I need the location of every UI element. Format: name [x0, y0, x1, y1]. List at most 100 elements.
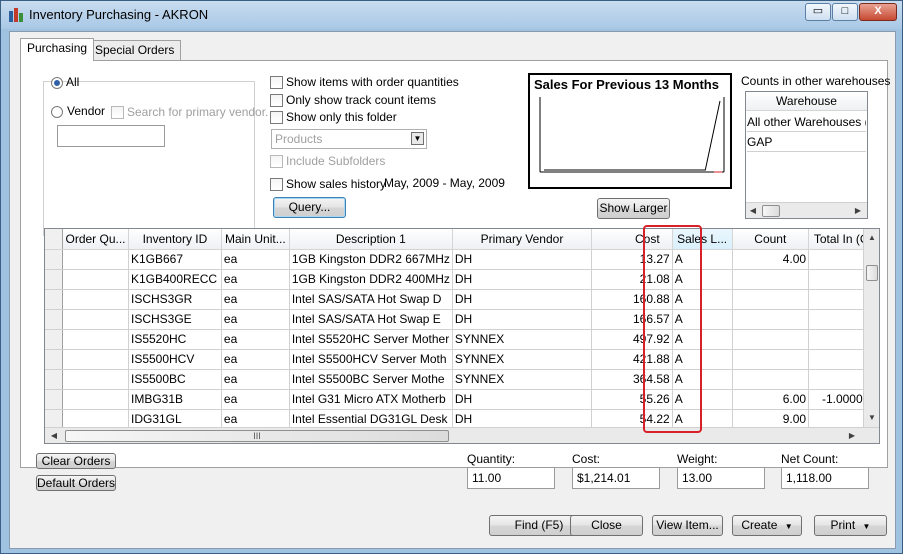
count-cell[interactable]: 9.00: [732, 409, 810, 430]
column-header-main-unit[interactable]: Main Unit...: [221, 229, 290, 250]
count-cell[interactable]: [732, 309, 810, 330]
chevron-down-icon[interactable]: ▼: [411, 132, 424, 145]
column-header-description[interactable]: Description 1: [289, 229, 453, 250]
show-larger-button[interactable]: Show Larger: [597, 198, 670, 219]
folder-select[interactable]: Products ▼: [271, 129, 427, 149]
search-primary-vendor-checkbox[interactable]: [111, 106, 124, 119]
order-qty-cell[interactable]: [62, 409, 129, 430]
count-cell[interactable]: 4.00: [732, 249, 810, 270]
table-row[interactable]: ISCHS3GR ea Intel SAS/SATA Hot Swap D DH 160…: [45, 289, 879, 310]
row-selector[interactable]: [45, 349, 64, 370]
column-header-inventory-id[interactable]: Inventory ID: [128, 229, 222, 250]
scroll-right-icon[interactable]: ▶: [851, 204, 865, 218]
main-unit-cell[interactable]: ea: [221, 389, 290, 410]
inventory-id-cell[interactable]: IS5500BC: [128, 369, 222, 390]
row-selector[interactable]: [45, 389, 64, 410]
all-radio[interactable]: [51, 77, 63, 89]
scroll-down-icon[interactable]: ▼: [865, 411, 879, 425]
row-selector[interactable]: [45, 309, 64, 330]
main-unit-cell[interactable]: ea: [221, 269, 290, 290]
order-qty-cell[interactable]: [62, 389, 129, 410]
sales-history-checkbox[interactable]: [270, 178, 283, 191]
clear-orders-button[interactable]: Clear Orders: [36, 453, 116, 469]
warehouse-column-header[interactable]: Warehouse: [746, 92, 867, 111]
warehouse-row[interactable]: All other Warehouses (tot: [747, 113, 866, 132]
scroll-up-icon[interactable]: ▲: [865, 231, 879, 245]
description-cell[interactable]: Intel Essential DG31GL Desk: [289, 409, 453, 430]
only-folder-checkbox[interactable]: [270, 111, 283, 124]
row-selector[interactable]: [45, 289, 64, 310]
grid-vscroll-thumb[interactable]: [866, 265, 878, 281]
table-row[interactable]: K1GB667 ea 1GB Kingston DDR2 667MHz DH 13.27…: [45, 249, 879, 270]
count-cell[interactable]: [732, 349, 810, 370]
primary-vendor-cell[interactable]: DH: [452, 269, 593, 290]
grid-vscrollbar[interactable]: ▲ ▼: [863, 229, 879, 427]
order-qty-cell[interactable]: [62, 289, 129, 310]
quantity-field[interactable]: 11.00: [467, 467, 555, 489]
table-row[interactable]: IDG31GL ea Intel Essential DG31GL Desk DH 54…: [45, 409, 879, 430]
row-selector[interactable]: [45, 369, 64, 390]
description-cell[interactable]: Intel G31 Micro ATX Motherb: [289, 389, 453, 410]
view-item-button[interactable]: View Item...: [652, 515, 723, 536]
inventory-id-cell[interactable]: IS5500HCV: [128, 349, 222, 370]
print-button[interactable]: Print ▼: [814, 515, 887, 536]
inventory-id-cell[interactable]: IDG31GL: [128, 409, 222, 430]
cost-field[interactable]: $1,214.01: [572, 467, 660, 489]
description-cell[interactable]: Intel S5520HC Server Mother: [289, 329, 453, 350]
order-qty-cell[interactable]: [62, 349, 129, 370]
inventory-id-cell[interactable]: IMBG31B: [128, 389, 222, 410]
primary-vendor-cell[interactable]: SYNNEX: [452, 349, 593, 370]
row-selector[interactable]: [45, 329, 64, 350]
primary-vendor-cell[interactable]: SYNNEX: [452, 329, 593, 350]
tab-purchasing[interactable]: Purchasing: [20, 38, 95, 61]
description-cell[interactable]: Intel SAS/SATA Hot Swap E: [289, 309, 453, 330]
order-qty-cell[interactable]: [62, 269, 129, 290]
main-unit-cell[interactable]: ea: [221, 249, 290, 270]
inventory-id-cell[interactable]: ISCHS3GR: [128, 289, 222, 310]
close-window-button[interactable]: X: [859, 3, 897, 21]
main-unit-cell[interactable]: ea: [221, 329, 290, 350]
vendor-radio[interactable]: [51, 106, 63, 118]
main-unit-cell[interactable]: ea: [221, 369, 290, 390]
row-selector[interactable]: [45, 409, 64, 430]
row-selector[interactable]: [45, 249, 64, 270]
maximize-button[interactable]: □: [832, 3, 858, 21]
main-unit-cell[interactable]: ea: [221, 409, 290, 430]
description-cell[interactable]: Intel S5500HCV Server Moth: [289, 349, 453, 370]
table-row[interactable]: IMBG31B ea Intel G31 Micro ATX Motherb DH 55…: [45, 389, 879, 410]
description-cell[interactable]: Intel SAS/SATA Hot Swap D: [289, 289, 453, 310]
grid-hscroll-thumb[interactable]: III: [65, 430, 449, 442]
table-row[interactable]: IS5500HCV ea Intel S5500HCV Server Moth SYN…: [45, 349, 879, 370]
primary-vendor-cell[interactable]: DH: [452, 249, 593, 270]
count-cell[interactable]: [732, 329, 810, 350]
main-unit-cell[interactable]: ea: [221, 309, 290, 330]
scroll-left-icon[interactable]: ◀: [746, 204, 760, 218]
weight-field[interactable]: 13.00: [677, 467, 765, 489]
table-row[interactable]: IS5500BC ea Intel S5500BC Server Mothe SYNN…: [45, 369, 879, 390]
net-count-field[interactable]: 1,118.00: [781, 467, 869, 489]
inventory-id-cell[interactable]: ISCHS3GE: [128, 309, 222, 330]
warehouse-scroll-thumb[interactable]: [762, 205, 780, 217]
description-cell[interactable]: 1GB Kingston DDR2 400MHz: [289, 269, 453, 290]
order-quantities-checkbox[interactable]: [270, 76, 283, 89]
order-qty-cell[interactable]: [62, 329, 129, 350]
inventory-id-cell[interactable]: K1GB400RECC: [128, 269, 222, 290]
primary-vendor-cell[interactable]: DH: [452, 289, 593, 310]
warehouse-row[interactable]: GAP: [747, 133, 866, 152]
column-header-order-qty[interactable]: Order Qu...: [62, 229, 129, 250]
primary-vendor-cell[interactable]: DH: [452, 389, 593, 410]
description-cell[interactable]: 1GB Kingston DDR2 667MHz: [289, 249, 453, 270]
description-cell[interactable]: Intel S5500BC Server Mothe: [289, 369, 453, 390]
query-button[interactable]: Query...: [273, 197, 346, 218]
table-row[interactable]: K1GB400RECC ea 1GB Kingston DDR2 400MHz DH 2…: [45, 269, 879, 290]
row-selector[interactable]: [45, 269, 64, 290]
table-row[interactable]: IS5520HC ea Intel S5520HC Server Mother SYN…: [45, 329, 879, 350]
default-orders-button[interactable]: Default Orders: [36, 475, 116, 491]
scroll-left-icon[interactable]: ◀: [47, 429, 61, 443]
close-button[interactable]: Close: [570, 515, 643, 536]
primary-vendor-cell[interactable]: SYNNEX: [452, 369, 593, 390]
primary-vendor-cell[interactable]: DH: [452, 409, 593, 430]
count-cell[interactable]: 6.00: [732, 389, 810, 410]
count-cell[interactable]: [732, 369, 810, 390]
include-subfolders-checkbox[interactable]: [270, 155, 283, 168]
